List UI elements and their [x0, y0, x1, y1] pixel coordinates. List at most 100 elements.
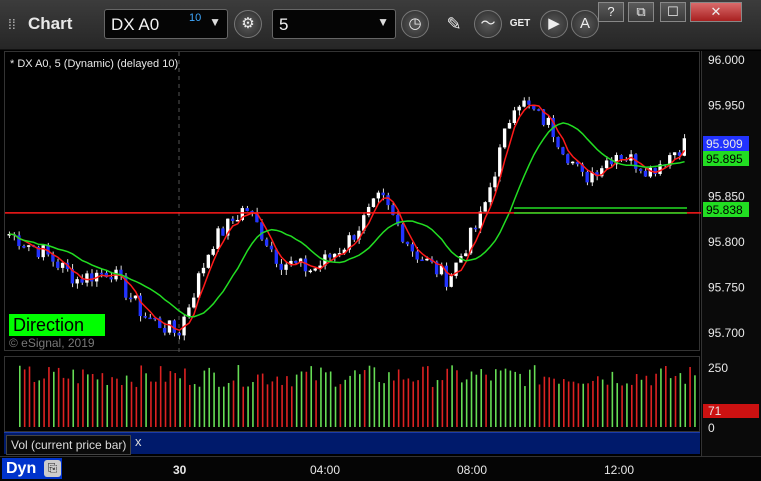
- candle: [522, 100, 526, 107]
- price-axis[interactable]: 96.00095.95095.90095.85095.80095.75095.7…: [701, 51, 761, 456]
- volume-bar: [106, 384, 109, 427]
- volume-bar: [397, 369, 400, 427]
- chevron-down-icon[interactable]: ▼: [377, 15, 389, 29]
- close-button[interactable]: ✕: [690, 2, 742, 22]
- volume-bar: [587, 383, 589, 427]
- candle: [488, 187, 492, 203]
- volume-bar: [111, 377, 113, 427]
- close-icon[interactable]: x: [135, 434, 142, 449]
- green-moving-average: [9, 122, 685, 318]
- candle: [371, 198, 376, 207]
- restore-button[interactable]: ⧉: [628, 2, 654, 22]
- volume-bar: [116, 378, 118, 427]
- grip-icon[interactable]: ⁞⁞: [8, 16, 22, 32]
- candle: [230, 218, 235, 221]
- volume-bar: [427, 366, 429, 427]
- study-icon[interactable]: 〜: [474, 10, 502, 38]
- candle: [381, 192, 385, 196]
- volume-bar: [495, 369, 497, 427]
- price-axis-svg: 96.00095.95095.90095.85095.80095.75095.7…: [703, 53, 759, 435]
- clock-icon[interactable]: ◷: [401, 10, 429, 38]
- pencil-icon[interactable]: ✎: [440, 10, 468, 38]
- volume-bar: [67, 378, 70, 427]
- volume-bar: [645, 375, 648, 427]
- volume-bar: [23, 369, 26, 427]
- last-price-tag: 95.909: [706, 137, 743, 151]
- volume-bar: [519, 373, 521, 427]
- interval-value: 5: [279, 15, 289, 34]
- volume-bar: [422, 366, 424, 427]
- volume-bar: [679, 373, 682, 427]
- maximize-button[interactable]: ☐: [660, 2, 686, 22]
- interval-input[interactable]: 5 ▼: [272, 9, 396, 39]
- alert-icon[interactable]: A: [571, 10, 599, 38]
- lock-icon[interactable]: ⎘: [44, 460, 61, 477]
- time-axis[interactable]: 30 04:00 08:00 12:00: [0, 456, 761, 481]
- volume-tick-0: 0: [708, 421, 715, 435]
- volume-bar: [558, 383, 560, 427]
- volume-bar: [548, 377, 551, 427]
- candle: [269, 245, 274, 250]
- symbol-input[interactable]: DX A0 10 ▼: [104, 9, 228, 39]
- time-label-0800: 08:00: [457, 463, 487, 477]
- volume-bar: [48, 367, 50, 427]
- candle: [561, 147, 565, 155]
- volume-bar: [684, 383, 687, 427]
- volume-bar: [504, 368, 507, 427]
- get-icon[interactable]: GET: [506, 10, 534, 38]
- candle: [473, 227, 478, 230]
- price-chart[interactable]: * DX A0, 5 (Dynamic) (delayed 10) Direct…: [5, 52, 701, 352]
- volume-bar: [417, 380, 419, 427]
- volume-bar: [179, 378, 181, 427]
- volume-bar: [223, 386, 225, 427]
- volume-bar: [189, 384, 191, 427]
- candle: [483, 202, 487, 212]
- volume-bar: [87, 374, 89, 427]
- candle: [410, 244, 414, 252]
- chevron-down-icon[interactable]: ▼: [209, 15, 221, 29]
- time-label-1200: 12:00: [604, 463, 634, 477]
- volume-bar: [140, 365, 143, 427]
- volume-bar: [339, 384, 342, 427]
- volume-bar: [601, 379, 604, 427]
- help-button[interactable]: ?: [598, 2, 624, 22]
- volume-bar: [354, 370, 356, 427]
- volume-bar: [62, 377, 65, 427]
- candle: [308, 270, 312, 273]
- candle: [206, 254, 210, 268]
- volume-bar: [82, 369, 84, 427]
- volume-bar: [247, 386, 249, 427]
- volume-bar: [499, 370, 502, 427]
- candle: [260, 222, 264, 240]
- volume-pane[interactable]: [4, 356, 700, 432]
- candle: [279, 263, 283, 270]
- volume-study-label[interactable]: Vol (current price bar): [6, 435, 132, 455]
- volume-bar: [227, 382, 230, 427]
- candle: [512, 110, 516, 123]
- volume-chart[interactable]: [5, 357, 701, 433]
- volume-bar: [329, 371, 332, 427]
- candle: [556, 137, 560, 148]
- play-icon[interactable]: ▶: [540, 10, 568, 38]
- candle: [75, 279, 79, 284]
- volume-bar: [237, 365, 240, 427]
- settings-gear-icon[interactable]: ⚙: [234, 10, 262, 38]
- volume-bar: [402, 379, 405, 427]
- copyright: © eSignal, 2019: [9, 336, 95, 350]
- candle: [493, 176, 497, 188]
- volume-bar: [271, 381, 274, 427]
- candle: [619, 155, 623, 160]
- volume-bar: [169, 371, 172, 427]
- candle: [546, 117, 550, 125]
- candle: [192, 297, 196, 308]
- volume-bar: [155, 381, 157, 427]
- volume-bar: [96, 379, 99, 427]
- volume-bar: [524, 386, 526, 427]
- price-chart-pane[interactable]: * DX A0, 5 (Dynamic) (delayed 10) Direct…: [4, 51, 701, 352]
- candle: [507, 122, 512, 129]
- volume-bar: [77, 383, 79, 427]
- volume-bar: [592, 380, 594, 427]
- volume-bar: [563, 379, 565, 427]
- candle: [420, 259, 424, 262]
- symbol-value: DX A0: [111, 15, 160, 34]
